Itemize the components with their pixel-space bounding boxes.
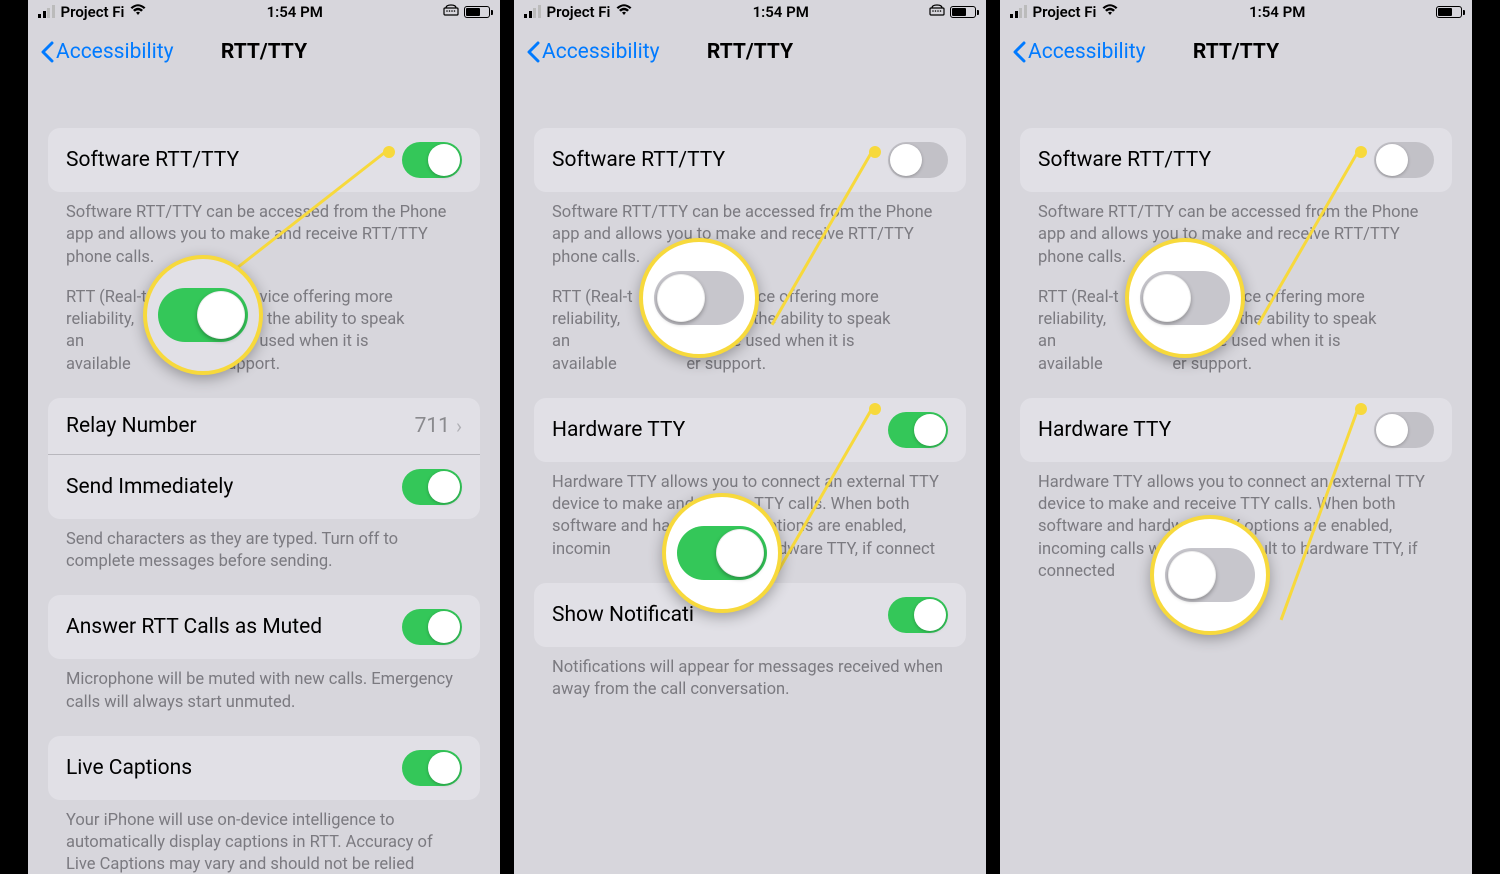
magnified-toggle-off <box>1140 271 1230 325</box>
callout-magnifier-software <box>639 238 759 358</box>
callout-anchor-dot-1 <box>1355 146 1367 158</box>
relay-number-row[interactable]: Relay Number 711› <box>48 398 480 454</box>
wifi-icon <box>1102 4 1118 20</box>
callout-magnifier <box>143 255 263 375</box>
hardware-tty-toggle[interactable] <box>1374 412 1434 448</box>
carrier-label: Project Fi <box>61 3 125 21</box>
relay-group: Relay Number 711› Send Immediately <box>48 398 480 519</box>
magnified-toggle-on <box>677 526 767 580</box>
software-rtt-toggle[interactable] <box>402 142 462 178</box>
clock: 1:54 PM <box>1249 3 1305 21</box>
answer-group: Answer RTT Calls as Muted <box>48 595 480 659</box>
phone-screen-2: Project Fi 1:54 PM Accessibility RTT/TTY… <box>514 0 986 874</box>
back-label: Accessibility <box>1028 40 1146 64</box>
nav-bar: Accessibility RTT/TTY <box>514 22 986 82</box>
callout-magnifier-hardware <box>662 493 782 613</box>
battery-icon <box>1436 6 1462 18</box>
nav-bar: Accessibility RTT/TTY <box>28 22 500 82</box>
clock: 1:54 PM <box>267 3 323 21</box>
software-rtt-label: Software RTT/TTY <box>552 148 725 172</box>
wifi-icon <box>616 4 632 20</box>
tty-status-icon <box>929 4 945 20</box>
show-notifications-label: Show Notificati <box>552 603 694 627</box>
carrier-label: Project Fi <box>1033 3 1097 21</box>
back-button[interactable]: Accessibility <box>526 40 660 64</box>
send-description: Send characters as they are typed. Turn … <box>28 519 500 596</box>
software-rtt-toggle[interactable] <box>888 142 948 178</box>
software-rtt-row[interactable]: Software RTT/TTY <box>534 128 966 192</box>
signal-icon <box>38 6 55 18</box>
status-bar: Project Fi 1:54 PM <box>28 0 500 22</box>
callout-anchor-dot-2 <box>869 403 881 415</box>
answer-label: Answer RTT Calls as Muted <box>66 615 322 639</box>
back-label: Accessibility <box>542 40 660 64</box>
chevron-left-icon <box>1012 41 1026 63</box>
captions-group: Live Captions <box>48 736 480 800</box>
back-label: Accessibility <box>56 40 174 64</box>
callout-magnifier-software <box>1125 238 1245 358</box>
clock: 1:54 PM <box>753 3 809 21</box>
carrier-label: Project Fi <box>547 3 611 21</box>
hardware-tty-row[interactable]: Hardware TTY <box>534 398 966 462</box>
answer-muted-row[interactable]: Answer RTT Calls as Muted <box>48 595 480 659</box>
back-button[interactable]: Accessibility <box>1012 40 1146 64</box>
live-captions-row[interactable]: Live Captions <box>48 736 480 800</box>
software-rtt-toggle[interactable] <box>1374 142 1434 178</box>
relay-label: Relay Number <box>66 414 197 438</box>
software-rtt-description: Software RTT/TTY can be accessed from th… <box>28 192 500 398</box>
software-rtt-group: Software RTT/TTY <box>1020 128 1452 192</box>
back-button[interactable]: Accessibility <box>40 40 174 64</box>
callout-anchor-dot-2 <box>1355 403 1367 415</box>
battery-icon <box>950 6 976 18</box>
phone-screen-1: Project Fi 1:54 PM Accessibility RTT/TTY… <box>28 0 500 874</box>
answer-muted-toggle[interactable] <box>402 609 462 645</box>
show-notifications-description: Notifications will appear for messages r… <box>514 647 986 724</box>
wifi-icon <box>130 4 146 20</box>
signal-icon <box>524 6 541 18</box>
magnified-toggle-off <box>654 271 744 325</box>
captions-description: Your iPhone will use on-device intellige… <box>28 800 500 874</box>
hardware-tty-toggle[interactable] <box>888 412 948 448</box>
software-rtt-label: Software RTT/TTY <box>1038 148 1211 172</box>
magnified-toggle-off <box>1165 548 1255 602</box>
callout-anchor-dot <box>383 146 395 158</box>
nav-bar: Accessibility RTT/TTY <box>1000 22 1472 82</box>
software-rtt-row[interactable]: Software RTT/TTY <box>48 128 480 192</box>
chevron-left-icon <box>40 41 54 63</box>
captions-label: Live Captions <box>66 756 192 780</box>
callout-magnifier-hardware <box>1150 515 1270 635</box>
tty-status-icon <box>443 4 459 20</box>
status-bar: Project Fi 1:54 PM <box>514 0 986 22</box>
chevron-right-icon: › <box>456 414 462 438</box>
hardware-tty-group: Hardware TTY <box>1020 398 1452 462</box>
battery-icon <box>464 6 490 18</box>
software-rtt-label: Software RTT/TTY <box>66 148 239 172</box>
software-rtt-group: Software RTT/TTY <box>534 128 966 192</box>
show-notifications-toggle[interactable] <box>888 597 948 633</box>
software-rtt-row[interactable]: Software RTT/TTY <box>1020 128 1452 192</box>
relay-value: 711 <box>415 414 450 438</box>
phone-screen-3: Project Fi 1:54 PM Accessibility RTT/TTY… <box>1000 0 1472 874</box>
hardware-tty-label: Hardware TTY <box>1038 418 1171 442</box>
signal-icon <box>1010 6 1027 18</box>
hardware-tty-row[interactable]: Hardware TTY <box>1020 398 1452 462</box>
status-bar: Project Fi 1:54 PM <box>1000 0 1472 22</box>
magnified-toggle-on <box>158 288 248 342</box>
send-label: Send Immediately <box>66 475 233 499</box>
answer-description: Microphone will be muted with new calls.… <box>28 659 500 736</box>
chevron-left-icon <box>526 41 540 63</box>
send-immediately-row[interactable]: Send Immediately <box>48 454 480 519</box>
hardware-tty-group: Hardware TTY <box>534 398 966 462</box>
software-rtt-group: Software RTT/TTY <box>48 128 480 192</box>
send-immediately-toggle[interactable] <box>402 469 462 505</box>
hardware-tty-label: Hardware TTY <box>552 418 685 442</box>
callout-anchor-dot-1 <box>869 146 881 158</box>
live-captions-toggle[interactable] <box>402 750 462 786</box>
